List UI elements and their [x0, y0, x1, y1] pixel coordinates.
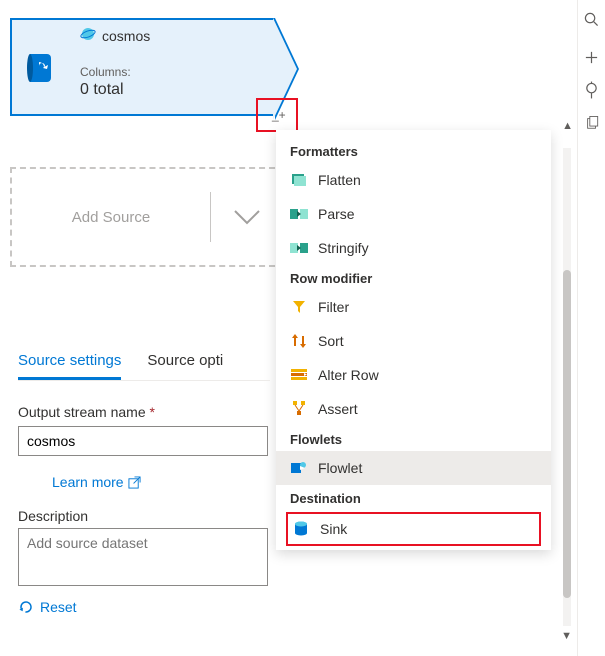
stringify-icon [290, 239, 308, 257]
output-stream-label: Output stream name [18, 404, 268, 420]
source-node-cosmos[interactable]: cosmos Columns: 0 total [10, 18, 275, 116]
flowlet-icon [290, 459, 308, 477]
menu-item-label: Sort [318, 333, 344, 349]
output-stream-input[interactable] [18, 426, 268, 456]
menu-item-flatten[interactable]: Flatten [276, 163, 551, 197]
reset-label: Reset [40, 599, 77, 615]
transform-menu: Formatters Flatten Parse Stringify Row m… [276, 130, 551, 550]
scroll-down-icon[interactable]: ▼ [561, 630, 572, 642]
menu-item-alter-row[interactable]: Alter Row [276, 358, 551, 392]
settings-tabs: Source settings Source opti [18, 352, 223, 380]
menu-section-rowmod: Row modifier [276, 265, 551, 290]
tab-source-options[interactable]: Source opti [147, 352, 223, 380]
menu-item-stringify[interactable]: Stringify [276, 231, 551, 265]
menu-item-label: Filter [318, 299, 349, 315]
add-source-placeholder[interactable]: Add Source [10, 167, 285, 267]
menu-item-label: Parse [318, 206, 355, 222]
source-settings-form: Output stream name Learn more Descriptio… [18, 404, 268, 618]
description-label: Description [18, 508, 268, 524]
description-input[interactable] [18, 528, 268, 586]
right-toolbar [577, 0, 605, 656]
cosmos-icon [80, 26, 96, 45]
menu-item-label: Flowlet [318, 460, 362, 476]
flatten-icon [290, 171, 308, 189]
add-source-label: Add Source [12, 209, 210, 226]
menu-section-formatters: Formatters [276, 138, 551, 163]
add-source-dropdown[interactable] [211, 207, 283, 227]
assert-icon [290, 400, 308, 418]
sort-icon [290, 332, 308, 350]
search-icon[interactable] [578, 0, 605, 38]
columns-value: 0 total [80, 81, 273, 99]
menu-item-label: Sink [320, 521, 347, 537]
menu-item-filter[interactable]: Filter [276, 290, 551, 324]
menu-section-flowlets: Flowlets [276, 426, 551, 451]
alter-row-icon [290, 366, 308, 384]
menu-item-label: Alter Row [318, 367, 379, 383]
source-type-icon [12, 20, 70, 114]
menu-item-sort[interactable]: Sort [276, 324, 551, 358]
tabs-divider [18, 380, 270, 381]
menu-item-label: Assert [318, 401, 358, 417]
highlight-box-plus [256, 98, 298, 132]
menu-item-label: Stringify [318, 240, 369, 256]
menu-section-destination: Destination [276, 485, 551, 510]
slider-handle-icon[interactable] [578, 76, 605, 104]
copy-icon[interactable] [578, 104, 605, 142]
learn-more-link[interactable]: Learn more [52, 474, 141, 490]
menu-scrollbar-thumb[interactable] [563, 270, 571, 598]
parse-icon [290, 205, 308, 223]
plus-icon[interactable] [578, 38, 605, 76]
tab-source-settings[interactable]: Source settings [18, 352, 121, 380]
filter-icon [290, 298, 308, 316]
menu-item-flowlet[interactable]: Flowlet [276, 451, 551, 485]
menu-item-label: Flatten [318, 172, 361, 188]
chevron-down-icon [231, 207, 263, 227]
learn-more-label: Learn more [52, 474, 124, 490]
menu-item-parse[interactable]: Parse [276, 197, 551, 231]
reset-button[interactable]: Reset [18, 599, 77, 615]
source-service-name: cosmos [102, 28, 150, 44]
source-node-body: cosmos Columns: 0 total [70, 20, 273, 114]
menu-item-sink[interactable]: Sink [286, 512, 541, 546]
sink-icon [292, 520, 310, 538]
scroll-up-icon[interactable]: ▲ [562, 120, 573, 132]
menu-item-assert[interactable]: Assert [276, 392, 551, 426]
reset-icon [15, 596, 37, 618]
columns-label: Columns: [80, 65, 273, 79]
external-link-icon [128, 476, 141, 489]
